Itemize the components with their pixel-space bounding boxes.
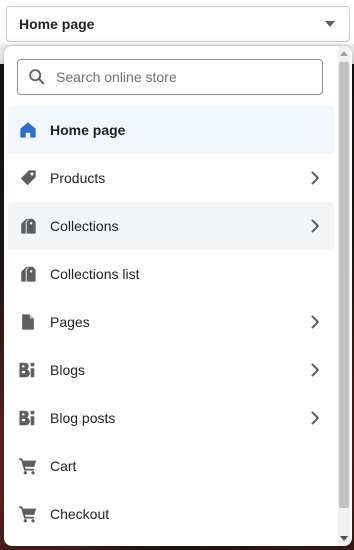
chevron-right-icon	[311, 363, 319, 377]
search-field[interactable]	[17, 59, 323, 95]
list-item-blog-posts[interactable]: Blog posts	[8, 394, 334, 442]
scroll-up-arrow-icon[interactable]	[340, 51, 348, 56]
chevron-right-icon	[311, 411, 319, 425]
list-item-products[interactable]: Products	[8, 154, 334, 202]
scrollbar[interactable]	[338, 46, 350, 546]
blog-icon	[18, 360, 38, 380]
list-item-label: Cart	[50, 458, 77, 474]
cart-icon	[18, 504, 38, 524]
list-item-label: Home page	[50, 122, 126, 138]
home-icon	[18, 120, 38, 140]
list-item-blogs[interactable]: Blogs	[8, 346, 334, 394]
caret-down-icon	[325, 21, 335, 27]
chevron-right-icon	[311, 219, 319, 233]
template-selector-value: Home page	[19, 16, 95, 32]
list-item-label: Collections	[50, 218, 119, 234]
template-selector[interactable]: Home page	[6, 6, 350, 42]
blog-icon	[18, 408, 38, 428]
scroll-down-arrow-icon[interactable]	[340, 536, 348, 541]
list-item-collections[interactable]: Collections	[8, 202, 334, 250]
list-item-checkout[interactable]: Checkout	[8, 490, 334, 538]
tag-icon	[18, 168, 38, 188]
template-popover: Home page Products	[4, 46, 352, 546]
list-item-label: Collections list	[50, 266, 140, 282]
scrollbar-thumb[interactable]	[339, 62, 349, 508]
collection-icon	[18, 216, 38, 236]
list-item-pages[interactable]: Pages	[8, 298, 334, 346]
list-item-label: Pages	[50, 314, 90, 330]
chevron-right-icon	[311, 315, 319, 329]
list-item-label: Blog posts	[50, 410, 116, 426]
cart-icon	[18, 456, 38, 476]
list-item-label: Blogs	[50, 362, 86, 378]
template-list: Home page Products Collections Collectio…	[8, 106, 334, 538]
list-item-cart[interactable]: Cart	[8, 442, 334, 490]
list-item-label: Checkout	[50, 506, 110, 522]
collection-icon	[18, 264, 38, 284]
chevron-right-icon	[311, 171, 319, 185]
list-item-label: Products	[50, 170, 106, 186]
page-icon	[18, 312, 38, 332]
list-item-home-page[interactable]: Home page	[8, 106, 334, 154]
search-icon	[29, 69, 45, 85]
search-input[interactable]	[56, 69, 312, 85]
list-item-collections-list[interactable]: Collections list	[8, 250, 334, 298]
